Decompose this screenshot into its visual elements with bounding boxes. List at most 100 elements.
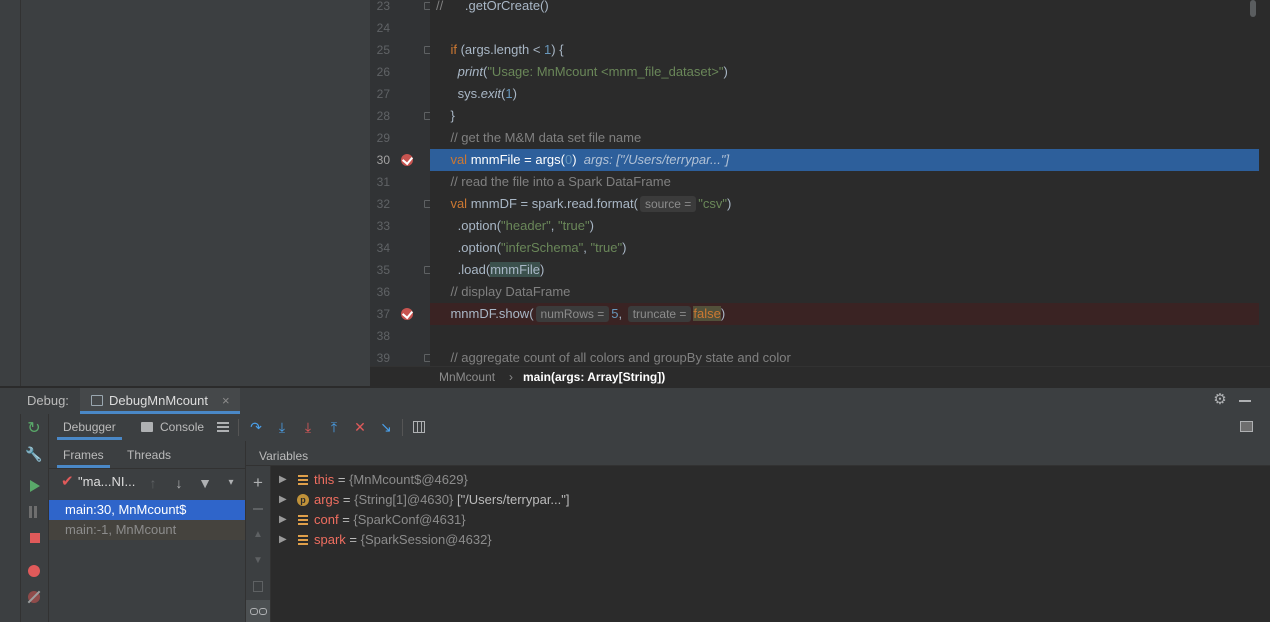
gutter-line[interactable]: 31: [370, 171, 430, 193]
wrench-icon[interactable]: 🔧: [25, 445, 43, 463]
code-string: "Usage: MnMcount <mnm_file_dataset>": [487, 64, 724, 79]
gutter-line[interactable]: 29: [370, 127, 430, 149]
force-step-into-icon[interactable]: ⤓: [299, 418, 317, 436]
layout-menu-icon[interactable]: [217, 422, 229, 432]
gutter-line[interactable]: 23: [370, 0, 431, 17]
evaluate-expression-icon[interactable]: [413, 421, 425, 433]
run-to-cursor-icon[interactable]: ↘: [377, 418, 395, 436]
mute-breakpoints-icon[interactable]: [27, 590, 41, 604]
debug-session-tab[interactable]: DebugMnMcount ×: [80, 388, 240, 414]
code-line-38[interactable]: [430, 325, 1259, 347]
code-line-37-breakpoint[interactable]: mnmDF.show(numRows = 5, truncate = false): [430, 303, 1259, 325]
move-down-icon[interactable]: ▼: [249, 552, 267, 570]
arrow-down-icon[interactable]: ↓: [170, 474, 188, 492]
code-line-26[interactable]: print("Usage: MnMcount <mnm_file_dataset…: [430, 61, 1259, 83]
variables-header: Variables: [246, 441, 1270, 466]
line-number: 28: [376, 109, 390, 123]
chevron-right-icon[interactable]: ▶: [279, 490, 287, 510]
line-number: 29: [376, 131, 390, 145]
gutter-line[interactable]: 24: [370, 17, 430, 39]
gear-icon[interactable]: ⚙: [1212, 392, 1228, 408]
code-text: .option(: [457, 218, 502, 233]
editor-scrollbar[interactable]: [1259, 0, 1270, 366]
code-line-30-execution-point[interactable]: val mnmFile = args(0) args: ["/Users/ter…: [430, 149, 1259, 171]
code-text: mnmFile = args(: [467, 152, 565, 167]
code-string: "csv": [698, 196, 728, 211]
frame-row[interactable]: main:-1, MnMcount: [49, 520, 245, 540]
code-line-35[interactable]: .load(mnmFile): [430, 259, 1259, 281]
gutter-line[interactable]: 34: [370, 237, 430, 259]
gutter-line[interactable]: 36: [370, 281, 430, 303]
code-string: "true": [590, 240, 623, 255]
gutter-line[interactable]: 28: [370, 105, 431, 127]
code-line-31[interactable]: // read the file into a Spark DataFrame: [430, 171, 1259, 193]
gutter-line[interactable]: 38: [370, 325, 430, 347]
gutter-line[interactable]: 25: [370, 39, 431, 61]
code-line-28[interactable]: }: [430, 105, 1259, 127]
step-into-icon[interactable]: ⤓: [273, 418, 291, 436]
gutter-line[interactable]: 33: [370, 215, 430, 237]
breakpoint-icon[interactable]: [401, 308, 413, 320]
parameter-hint: numRows =: [535, 306, 610, 322]
code-editor[interactable]: // .getOrCreate() if (args.length < 1) {…: [430, 0, 1259, 366]
gutter-line[interactable]: 35: [370, 259, 431, 281]
frame-row-selected[interactable]: main:30, MnMcount$: [49, 500, 245, 520]
move-up-icon[interactable]: ▲: [249, 526, 267, 544]
chevron-down-icon[interactable]: ▾: [222, 474, 240, 492]
remove-watch-icon[interactable]: [253, 508, 263, 510]
code-line-32[interactable]: val mnmDF = spark.read.format(source = "c…: [430, 193, 1259, 215]
gutter-line[interactable]: 37: [370, 303, 430, 325]
drop-frame-icon[interactable]: ✕: [351, 418, 369, 436]
thread-selector-row: ✔ "ma...NI... ↑ ↓ ▼ ▾: [49, 469, 245, 497]
tab-frames[interactable]: Frames: [57, 442, 110, 468]
gutter-line[interactable]: 27: [370, 83, 430, 105]
stop-icon[interactable]: [30, 533, 40, 543]
left-tool-strip-bottom: [0, 414, 21, 622]
chevron-right-icon[interactable]: ▶: [279, 510, 287, 530]
thread-selector[interactable]: "ma...NI...: [78, 474, 135, 489]
code-text: ) {: [551, 42, 564, 57]
filter-icon[interactable]: ▼: [196, 474, 214, 492]
code-line-27[interactable]: sys.exit(1): [430, 83, 1259, 105]
minimize-icon[interactable]: [1239, 400, 1251, 402]
code-line-34[interactable]: .option("inferSchema", "true"): [430, 237, 1259, 259]
code-text: sys.: [457, 86, 481, 101]
breakpoint-icon[interactable]: [401, 154, 413, 166]
breadcrumb-item-class[interactable]: MnMcount: [439, 367, 495, 387]
code-line-23[interactable]: // .getOrCreate(): [430, 0, 1259, 17]
tab-debugger[interactable]: Debugger: [57, 414, 122, 440]
watches-glasses-icon[interactable]: [246, 600, 270, 622]
editor-gutter[interactable]: 23 24 25 26 27 28 29 30 31 32 33 34 35 36 37 38 39: [370, 0, 431, 366]
editor-scroll-thumb[interactable]: [1250, 0, 1256, 17]
copy-icon[interactable]: [253, 581, 263, 592]
gutter-line[interactable]: 26: [370, 61, 430, 83]
code-line-36[interactable]: // display DataFrame: [430, 281, 1259, 303]
add-watch-icon[interactable]: +: [249, 474, 267, 492]
code-line-39[interactable]: // aggregate count of all colors and gro…: [430, 347, 1259, 366]
inline-debug-value[interactable]: args: ["/Users/terrypar..."]: [584, 152, 729, 167]
restore-layout-icon[interactable]: [1240, 421, 1253, 432]
step-out-icon[interactable]: ⤒: [325, 418, 343, 436]
step-over-icon[interactable]: ↷: [247, 418, 265, 436]
code-line-33[interactable]: .option("header", "true"): [430, 215, 1259, 237]
breadcrumb-item-method[interactable]: main(args: Array[String]): [523, 367, 665, 387]
gutter-line[interactable]: 32: [370, 193, 431, 215]
code-text: ): [589, 218, 594, 233]
view-breakpoints-icon[interactable]: [28, 565, 40, 577]
chevron-right-icon[interactable]: ▶: [279, 470, 287, 490]
code-line-25[interactable]: if (args.length < 1) {: [430, 39, 1259, 61]
resume-icon[interactable]: [30, 480, 40, 492]
line-number: 38: [376, 329, 390, 343]
rerun-icon[interactable]: ↻: [25, 420, 43, 438]
pause-icon[interactable]: [29, 506, 37, 518]
arrow-up-icon[interactable]: ↑: [144, 474, 162, 492]
code-line-29[interactable]: // get the M&M data set file name: [430, 127, 1259, 149]
line-number: 35: [376, 263, 390, 277]
chevron-right-icon[interactable]: ▶: [279, 530, 287, 550]
code-comment: // get the M&M data set file name: [450, 130, 642, 145]
tab-threads[interactable]: Threads: [127, 442, 171, 468]
gutter-line[interactable]: 30: [370, 149, 430, 171]
code-line-24[interactable]: [430, 17, 1259, 39]
variables-side-toolbar: + ▲ ▼: [246, 466, 271, 622]
tab-console[interactable]: Console: [160, 414, 204, 440]
